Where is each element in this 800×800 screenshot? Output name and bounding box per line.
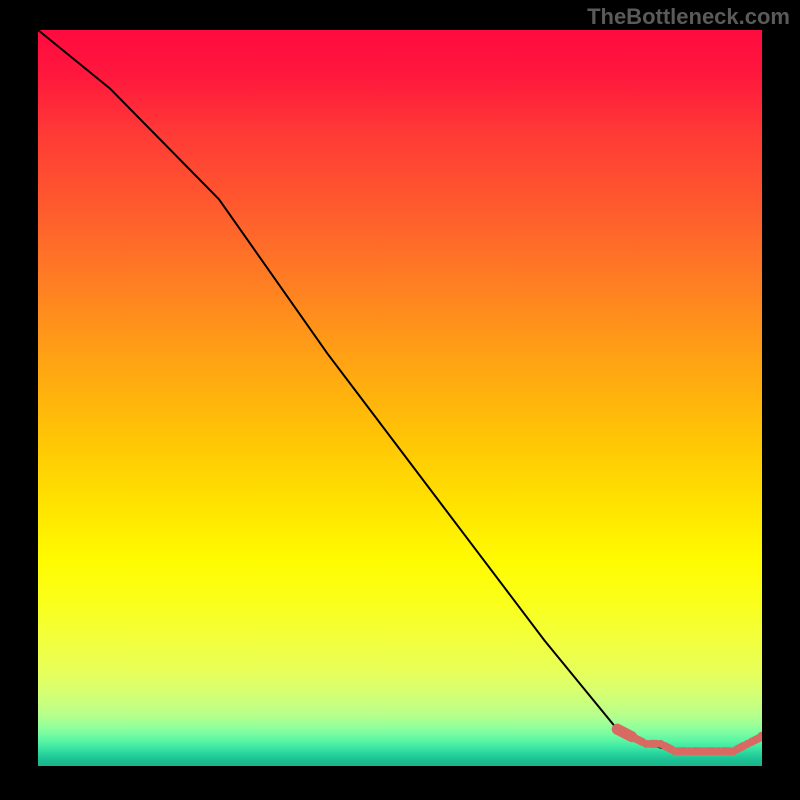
marker-dash: [664, 746, 671, 750]
watermark-text: TheBottleneck.com: [587, 4, 790, 30]
chart-overlay-svg: [38, 30, 762, 766]
marker-dash: [751, 738, 758, 742]
chart-frame: TheBottleneck.com: [0, 0, 800, 800]
plot-area: [38, 30, 762, 766]
marker-dash: [635, 738, 642, 742]
marker-dash: [621, 731, 628, 735]
marker-dash: [737, 746, 744, 750]
marker-dots-group: [612, 724, 762, 755]
bottleneck-curve-path: [38, 30, 762, 751]
